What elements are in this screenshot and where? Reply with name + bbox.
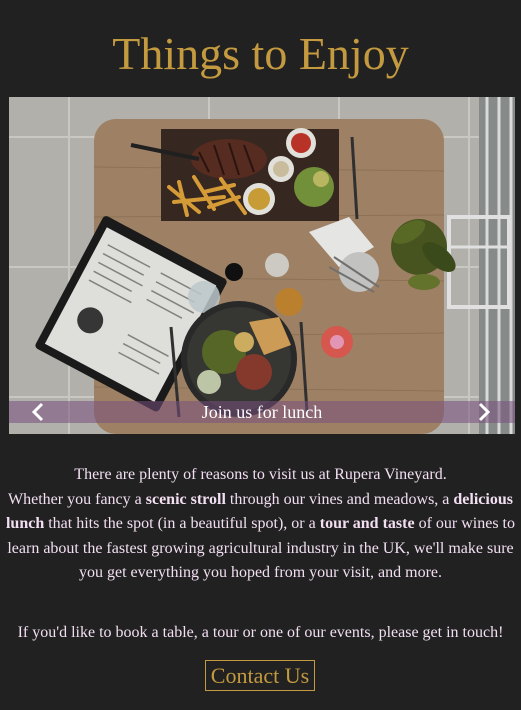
carousel-prev-button[interactable] bbox=[25, 401, 51, 423]
contact-us-button[interactable]: Contact Us bbox=[205, 660, 315, 691]
carousel-caption-bar: Join us for lunch bbox=[9, 401, 515, 423]
image-carousel[interactable]: Join us for lunch bbox=[9, 97, 515, 434]
carousel-next-button[interactable] bbox=[471, 401, 497, 423]
booking-prompt: If you'd like to book a table, a tour or… bbox=[17, 624, 504, 641]
intro-text-3: that hits the spot (in a beautiful spot)… bbox=[44, 515, 320, 532]
intro-line: There are plenty of reasons to visit us … bbox=[74, 466, 447, 483]
highlight-scenic-stroll: scenic stroll bbox=[145, 490, 226, 508]
lunch-table-photo bbox=[9, 97, 515, 434]
chevron-left-icon bbox=[31, 402, 44, 422]
intro-text-2: through our vines and meadows, a bbox=[225, 490, 454, 508]
highlight-tour-and-taste: tour and taste bbox=[319, 515, 415, 532]
carousel-caption: Join us for lunch bbox=[201, 402, 323, 422]
section-title: Things to Enjoy bbox=[112, 28, 409, 79]
intro-text-1: Whether you fancy a bbox=[8, 490, 146, 508]
chevron-right-icon bbox=[478, 402, 491, 422]
things-to-enjoy-section: Things to Enjoy Join us for lunch There … bbox=[0, 0, 521, 710]
intro-paragraph: There are plenty of reasons to visit us … bbox=[4, 463, 517, 586]
